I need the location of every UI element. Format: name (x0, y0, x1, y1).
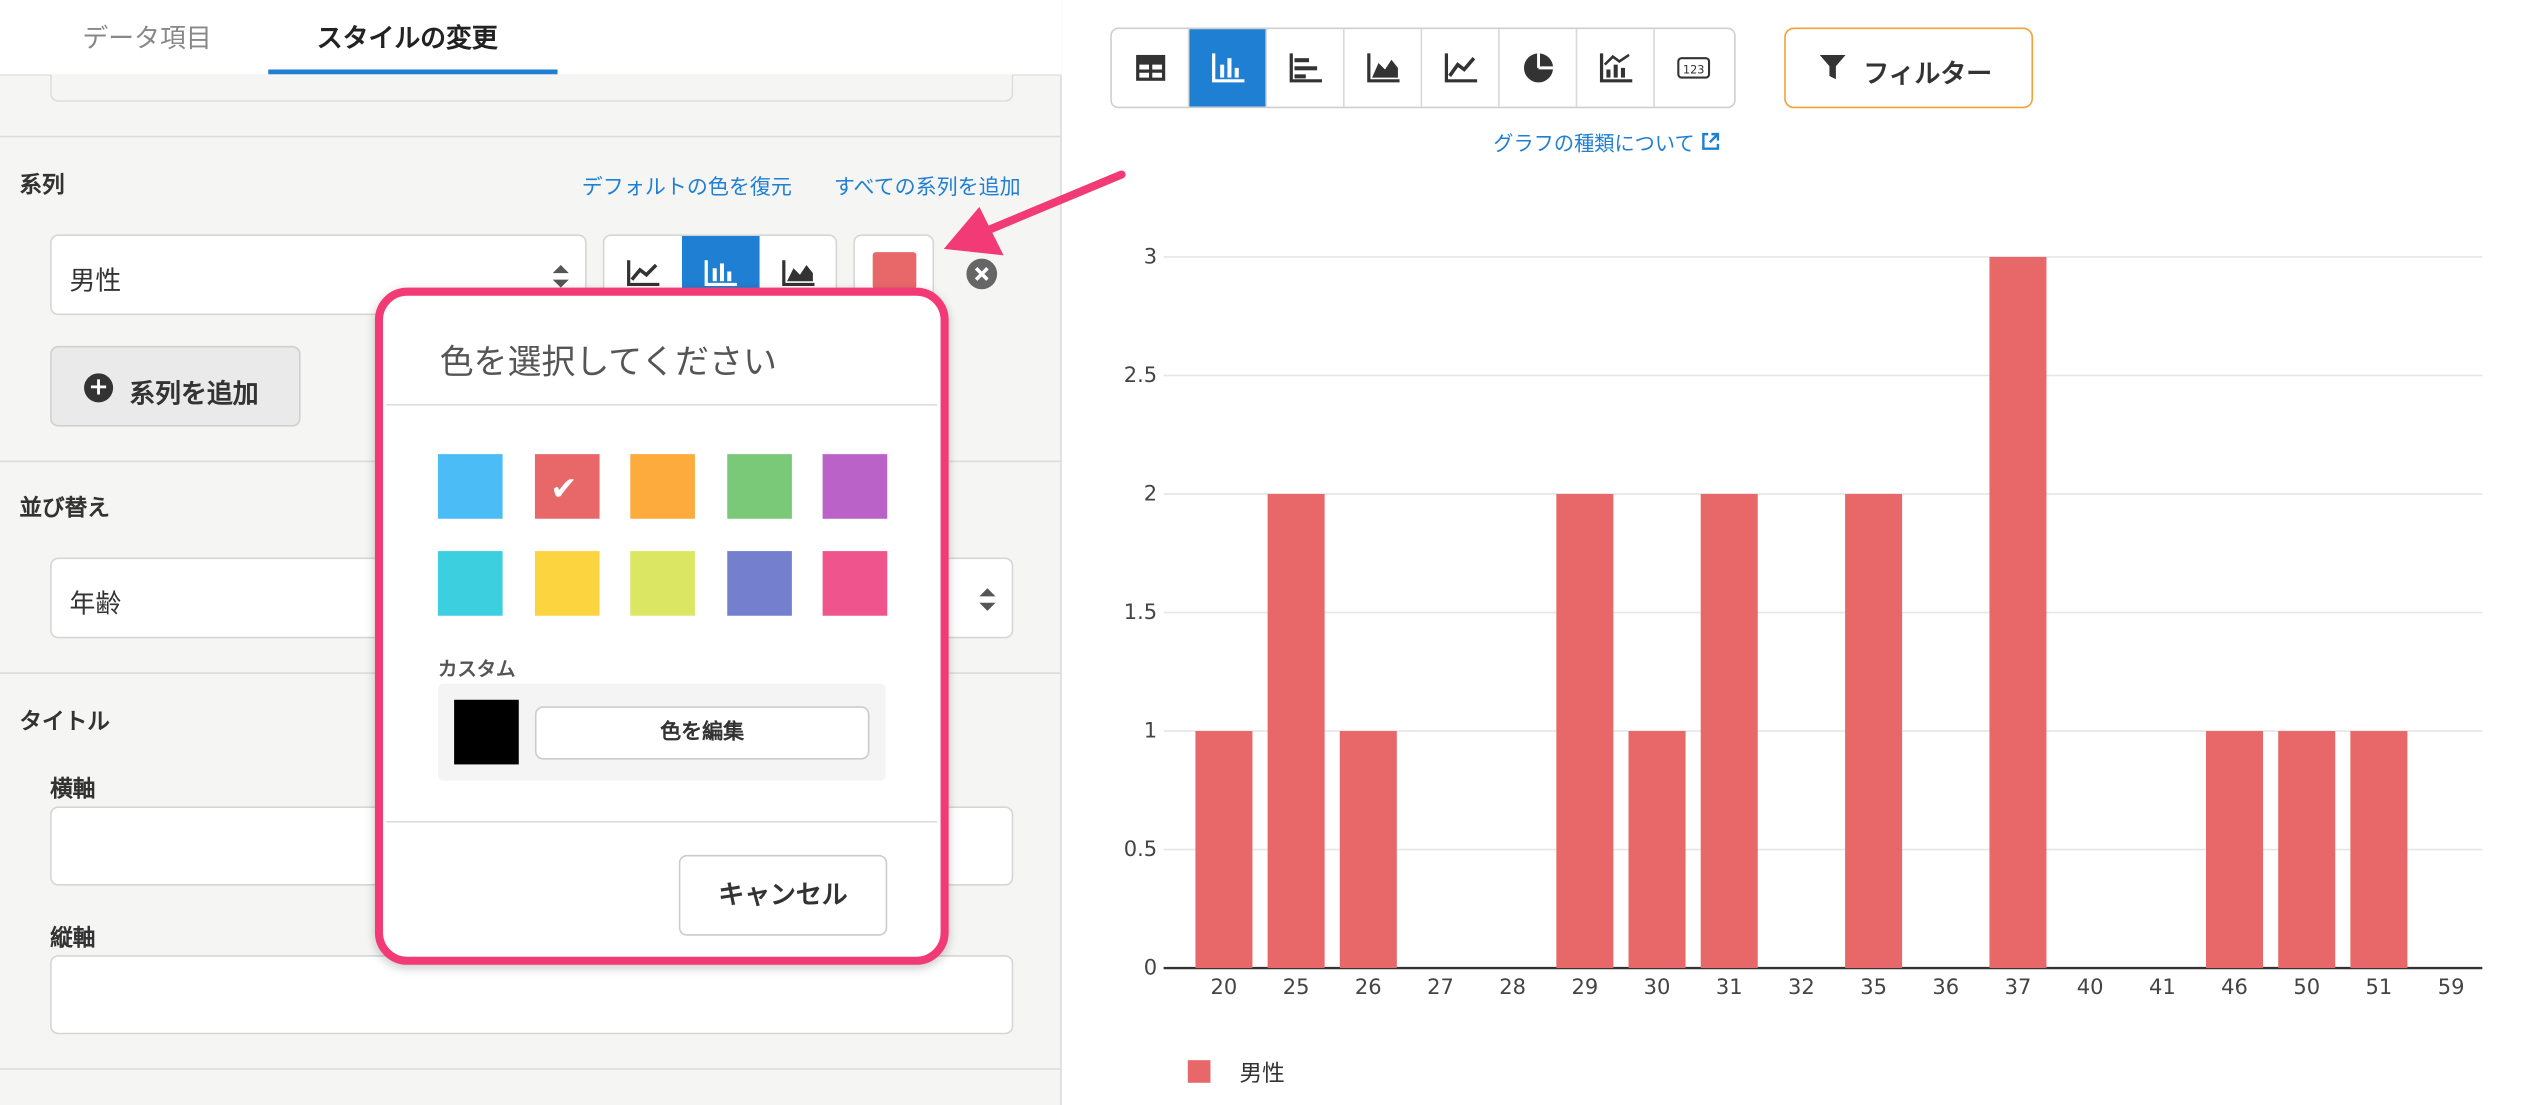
bar (1339, 731, 1397, 969)
bar (2350, 731, 2408, 969)
svg-text:123: 123 (1683, 64, 1705, 77)
y-axis-title-input[interactable] (50, 955, 1014, 1035)
tab-data-items[interactable]: データ項目 (82, 16, 211, 55)
x-tick-label: 37 (2005, 975, 2032, 999)
area-chart-icon[interactable] (1345, 29, 1423, 107)
filter-icon (1819, 54, 1846, 80)
legend-swatch (1187, 1060, 1211, 1083)
x-tick-label: 27 (1427, 975, 1454, 999)
y-axis-label: 縦軸 (50, 926, 96, 952)
y-tick-label: 3 (1144, 244, 1157, 268)
bar (2206, 731, 2264, 969)
add-series-button[interactable]: + 系列を追加 (50, 345, 301, 427)
bar-chart-icon[interactable] (1267, 29, 1345, 107)
y-tick-label: 0.5 (1124, 837, 1157, 861)
y-tick-label: 2 (1144, 481, 1157, 505)
divider (0, 1068, 1062, 1070)
color-swatch[interactable] (822, 454, 888, 519)
x-tick-label: 46 (2221, 975, 2248, 999)
color-swatch[interactable] (534, 551, 599, 616)
number-icon[interactable]: 123 (1655, 29, 1733, 107)
sort-label: 並び替え (19, 496, 110, 523)
popup-title: 色を選択してください (439, 342, 777, 382)
title-label: タイトル (19, 709, 110, 736)
x-tick-label: 20 (1211, 975, 1238, 999)
line-chart-icon[interactable] (1422, 29, 1500, 107)
color-swatch[interactable] (437, 454, 503, 519)
color-swatch[interactable] (630, 551, 695, 616)
bar (1195, 731, 1253, 969)
filter-button[interactable]: フィルター (1784, 27, 2034, 109)
updown-icon (552, 265, 569, 288)
sort-select-value: 年齢 (69, 588, 122, 619)
custom-color-area: 色を編集 (437, 683, 886, 781)
x-tick-label: 28 (1499, 975, 1526, 999)
filter-label: フィルター (1863, 58, 1993, 89)
external-link-icon (1701, 132, 1719, 150)
x-tick-label: 40 (2077, 975, 2104, 999)
color-swatch[interactable]: ✔ (534, 454, 599, 519)
plus-circle-icon: + (84, 373, 114, 403)
x-tick-label: 30 (1644, 975, 1671, 999)
custom-color-swatch[interactable] (454, 699, 519, 765)
x-tick-label: 51 (2366, 975, 2393, 999)
previous-field[interactable] (50, 74, 1014, 102)
about-chart-types-text: グラフの種類について (1493, 130, 1695, 156)
x-axis-label: 横軸 (50, 777, 96, 804)
bar (1989, 256, 2047, 969)
x-tick-label: 25 (1283, 975, 1310, 999)
chart-type-toolbar: 123 (1110, 27, 1736, 109)
y-tick-label: 2.5 (1124, 363, 1157, 387)
bar (1845, 493, 1903, 969)
series-select-value: 男性 (69, 265, 122, 296)
color-swatch[interactable] (630, 454, 695, 519)
tab-style[interactable]: スタイルの変更 (317, 16, 498, 55)
bar (1700, 493, 1758, 969)
x-tick-label: 35 (1860, 975, 1887, 999)
x-tick-label: 29 (1571, 975, 1598, 999)
custom-label: カスタム (437, 657, 516, 681)
y-tick-label: 1 (1144, 718, 1157, 742)
check-icon: ✔ (550, 468, 578, 508)
chart-panel: 123 フィルター グラフの種類について 0 0.5 1 1.5 2 2.5 3 20 25 26… (1063, 0, 2534, 1105)
bar-chart: 0 0.5 1 1.5 2 2.5 3 20 25 26 27 28 29 30 31 32 35 36 37 40 4… (1124, 244, 2483, 999)
x-tick-label: 31 (1716, 975, 1743, 999)
color-swatch[interactable] (726, 454, 792, 519)
y-tick-label: 0 (1144, 956, 1157, 980)
x-tick-label: 32 (1788, 975, 1815, 999)
color-swatch[interactable] (437, 551, 503, 616)
column-chart-icon[interactable] (1189, 29, 1268, 107)
x-tick-label: 36 (1932, 975, 1959, 999)
x-tick-label: 59 (2438, 975, 2465, 999)
x-tick-label: 50 (2293, 975, 2320, 999)
y-tick-label: 1.5 (1124, 600, 1157, 624)
legend-label: 男性 (1239, 1061, 1285, 1088)
combo-chart-icon[interactable] (1577, 29, 1655, 107)
divider (386, 404, 938, 406)
about-chart-types-link[interactable]: グラフの種類について (1493, 126, 1719, 157)
bar (1556, 493, 1614, 969)
edit-color-button[interactable]: 色を編集 (534, 706, 870, 760)
series-color-swatch (872, 252, 917, 290)
bar (2278, 731, 2336, 969)
updown-icon (979, 588, 996, 611)
x-tick-label: 26 (1355, 975, 1382, 999)
x-tick-label: 41 (2149, 975, 2176, 999)
table-icon[interactable] (1112, 29, 1190, 107)
bar (1267, 493, 1325, 969)
color-swatch[interactable] (726, 551, 792, 616)
pie-chart-icon[interactable] (1500, 29, 1578, 107)
series-label: 系列 (19, 172, 65, 199)
tab-bar: データ項目 スタイルの変更 (0, 0, 1062, 76)
cancel-button[interactable]: キャンセル (678, 854, 888, 936)
add-series-label: 系列を追加 (129, 378, 259, 409)
divider (386, 820, 938, 823)
color-picker-popup: 色を選択してください ✔ カスタム 色を編集 キャンセル (374, 287, 949, 965)
bar (1628, 731, 1686, 969)
color-swatch[interactable] (822, 551, 888, 616)
divider (0, 135, 1062, 138)
restore-default-colors-link[interactable]: デフォルトの色を復元 (582, 170, 792, 200)
annotation-arrow (943, 170, 1126, 256)
